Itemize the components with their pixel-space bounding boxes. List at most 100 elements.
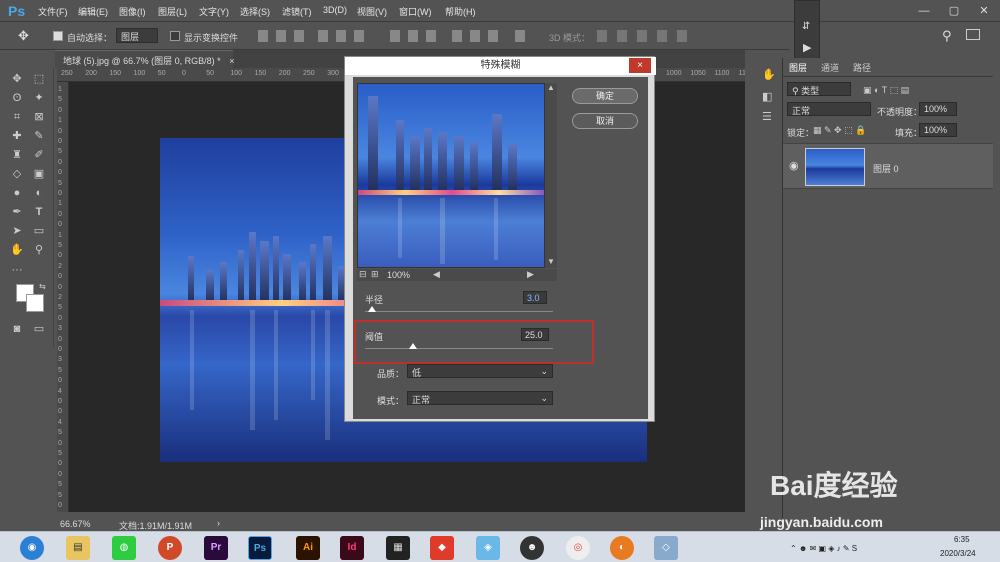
menu-layer[interactable]: 图层(L) — [158, 5, 187, 18]
radius-input[interactable]: 3.0 — [523, 291, 547, 304]
tab-paths[interactable]: 路径 — [853, 61, 871, 74]
lock-icons[interactable]: ▦ ✎ ✥ ⬚ 🔒 — [813, 125, 866, 136]
eyedropper-icon[interactable]: ⊠ — [32, 110, 46, 124]
dodge-tool-icon[interactable]: ◐ — [32, 186, 46, 200]
cancel-button[interactable]: 取消 — [572, 113, 638, 129]
filter-image-icon[interactable]: ▣ ◐ T ⬚ ▤ — [863, 85, 909, 96]
more-tools-icon[interactable]: ··· — [10, 263, 24, 277]
pen-tool-icon[interactable]: ✒ — [10, 205, 24, 219]
3d-rotate-icon[interactable] — [597, 30, 607, 42]
quality-dropdown[interactable]: 低 ⌄ — [407, 364, 553, 378]
distribute-left-icon[interactable] — [452, 30, 462, 42]
dialog-close-icon[interactable]: × — [629, 58, 651, 73]
zoom-in-icon[interactable]: ⊞ — [371, 269, 379, 280]
scroll-down-icon[interactable]: ▼ — [547, 257, 555, 266]
move-tool-icon[interactable]: ✥ — [10, 72, 24, 86]
workspace-icon[interactable] — [966, 29, 980, 40]
healing-brush-icon[interactable]: ✚ — [10, 129, 24, 143]
gradient-tool-icon[interactable]: ▣ — [32, 167, 46, 181]
background-color-swatch[interactable] — [26, 294, 44, 312]
tab-layers[interactable]: 图层 — [789, 61, 807, 74]
app-icon-red[interactable]: ◆ — [430, 536, 454, 560]
hand-panel-icon[interactable]: ✋ — [762, 68, 776, 81]
path-select-icon[interactable]: ➤ — [10, 224, 24, 238]
indesign-icon[interactable]: Id — [340, 536, 364, 560]
3d-scale-icon[interactable] — [677, 30, 687, 42]
menu-view[interactable]: 视图(V) — [357, 5, 387, 18]
blend-mode-dropdown[interactable]: 正常 — [787, 102, 871, 116]
brush-tool-icon[interactable]: ✎ — [32, 129, 46, 143]
play-icon[interactable]: ▶ — [803, 41, 811, 54]
clock-date[interactable]: 2020/3/24 — [940, 549, 976, 558]
3d-slide-icon[interactable] — [657, 30, 667, 42]
layer-row[interactable]: ◉ 图层 0 — [783, 143, 993, 189]
type-tool-icon[interactable]: T — [32, 205, 46, 219]
move-tool-icon[interactable]: ✥ — [18, 28, 29, 44]
tab-channels[interactable]: 通道 — [821, 61, 839, 74]
align-vcenter-icon[interactable] — [276, 30, 286, 42]
document-tab[interactable]: 地球 (5).jpg @ 66.7% (图层 0, RGB/8) * × — [55, 50, 234, 68]
tab-close-icon[interactable]: × — [229, 56, 234, 66]
system-tray-icons[interactable]: ⌃ ☻ ✉ ▣ ◈ ♪ ✎ S — [790, 544, 857, 553]
zoom-out-icon[interactable]: ⊟ — [359, 269, 367, 280]
3d-pan-icon[interactable] — [637, 30, 647, 42]
qq-icon[interactable]: ☻ — [520, 536, 544, 560]
clock-time[interactable]: 6:35 — [954, 535, 970, 544]
visibility-eye-icon[interactable]: ◉ — [789, 159, 799, 172]
start-button[interactable]: ◉ — [20, 536, 44, 560]
actions-icon[interactable]: ⇵ — [802, 21, 810, 32]
menu-3d[interactable]: 3D(D) — [323, 5, 347, 15]
menu-help[interactable]: 帮助(H) — [445, 5, 476, 18]
align-left-icon[interactable] — [318, 30, 328, 42]
adjustments-panel-icon[interactable]: ◧ — [762, 90, 772, 103]
app-icon-bird[interactable]: ◈ — [476, 536, 500, 560]
blur-tool-icon[interactable]: ● — [10, 186, 24, 200]
align-right-icon[interactable] — [354, 30, 364, 42]
close-icon[interactable]: ✕ — [970, 0, 998, 22]
scroll-left-icon[interactable]: ◀ — [433, 269, 440, 280]
rectangle-tool-icon[interactable]: ▭ — [32, 224, 46, 238]
search-icon[interactable]: ⚲ — [942, 28, 952, 44]
history-brush-icon[interactable]: ✐ — [32, 148, 46, 162]
swap-colors-icon[interactable]: ⇆ — [39, 282, 46, 291]
browser-icon[interactable]: ◐ — [610, 536, 634, 560]
lasso-tool-icon[interactable]: ʘ — [10, 91, 24, 105]
minimize-icon[interactable]: — — [910, 0, 938, 22]
menu-select[interactable]: 选择(S) — [240, 5, 270, 18]
show-transform-checkbox[interactable] — [170, 31, 180, 41]
radius-slider-thumb[interactable] — [368, 306, 376, 312]
auto-align-icon[interactable] — [515, 30, 525, 42]
screen-mode-icon[interactable]: ▭ — [32, 322, 46, 336]
distribute-bottom-icon[interactable] — [426, 30, 436, 42]
menu-image[interactable]: 图像(I) — [119, 5, 146, 18]
status-menu-icon[interactable]: › — [217, 518, 220, 528]
align-hcenter-icon[interactable] — [336, 30, 346, 42]
distribute-vcenter-icon[interactable] — [408, 30, 418, 42]
menu-window[interactable]: 窗口(W) — [399, 5, 432, 18]
file-explorer-icon[interactable]: ▤ — [66, 536, 90, 560]
radius-slider-track[interactable] — [365, 311, 553, 312]
auto-select-dropdown[interactable]: 图层 — [116, 28, 158, 43]
hand-tool-icon[interactable]: ✋ — [10, 243, 24, 257]
app-icon-folder[interactable]: ◇ — [654, 536, 678, 560]
filter-preview[interactable] — [357, 83, 545, 268]
powerpoint-icon[interactable]: P — [158, 536, 182, 560]
zoom-level[interactable]: 66.67% — [60, 519, 91, 529]
menu-type[interactable]: 文字(Y) — [199, 5, 229, 18]
layer-name[interactable]: 图层 0 — [873, 162, 899, 175]
quick-mask-icon[interactable]: ◙ — [10, 322, 24, 336]
menu-edit[interactable]: 编辑(E) — [78, 5, 108, 18]
crop-tool-icon[interactable]: ⌗ — [10, 110, 24, 124]
illustrator-icon[interactable]: Ai — [296, 536, 320, 560]
distribute-hcenter-icon[interactable] — [470, 30, 480, 42]
clone-stamp-icon[interactable]: ♜ — [10, 148, 24, 162]
menu-filter[interactable]: 滤镜(T) — [282, 5, 312, 18]
scroll-up-icon[interactable]: ▲ — [547, 83, 555, 92]
wechat-icon[interactable]: ◍ — [112, 536, 136, 560]
photoshop-taskbar-icon[interactable]: Ps — [248, 536, 272, 560]
ok-button[interactable]: 确定 — [572, 88, 638, 104]
fill-input[interactable]: 100% — [919, 123, 957, 137]
distribute-top-icon[interactable] — [390, 30, 400, 42]
opacity-input[interactable]: 100% — [919, 102, 957, 116]
magic-wand-icon[interactable]: ✦ — [32, 91, 46, 105]
